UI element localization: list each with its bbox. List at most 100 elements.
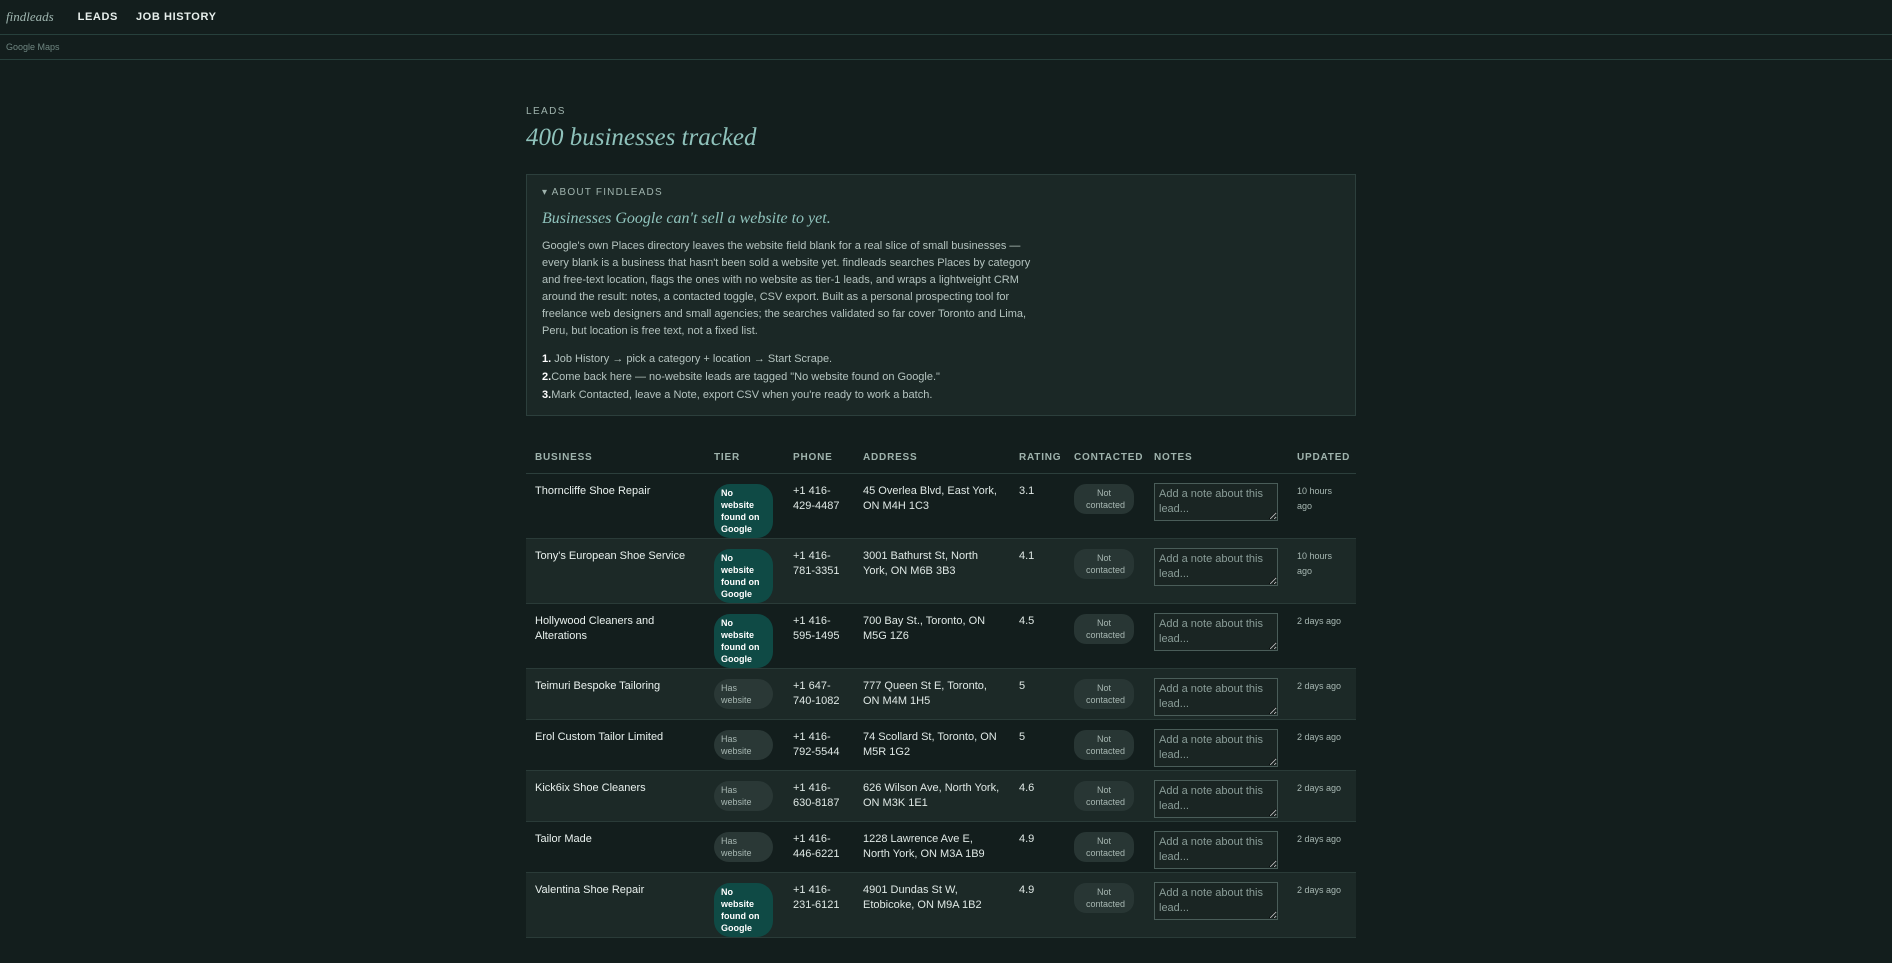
business-name[interactable]: Hollywood Cleaners and Alterations	[535, 615, 654, 642]
notes-cell	[1145, 821, 1288, 873]
about-heading: Businesses Google can't sell a website t…	[542, 210, 831, 227]
tier-cell: No website found on Google	[705, 872, 784, 938]
about-toggle[interactable]: ▾ ABOUT FINDLEADS	[542, 187, 1339, 198]
note-input[interactable]	[1154, 548, 1278, 586]
note-input[interactable]	[1154, 882, 1278, 920]
contacted-cell: Not contacted	[1065, 719, 1145, 771]
step-number: 3.	[542, 389, 552, 401]
contacted-toggle[interactable]: Not contacted	[1074, 781, 1134, 811]
note-input[interactable]	[1154, 678, 1278, 716]
address-cell: 74 Scollard St, Toronto, ON M5R 1G2	[854, 719, 1010, 771]
contacted-toggle[interactable]: Not contacted	[1074, 832, 1134, 862]
business-name[interactable]: Teimuri Bespoke Tailoring	[535, 680, 660, 692]
updated-time: 2 days ago	[1297, 834, 1342, 844]
column-header-tier[interactable]: TIER	[705, 452, 784, 474]
app-logo[interactable]: findleads	[6, 9, 54, 25]
address-cell: 777 Queen St E, Toronto, ON M4M 1H5	[854, 668, 1010, 720]
table-row[interactable]: Teimuri Bespoke Tailoring Has website +1 6…	[526, 668, 1356, 720]
updated-cell: 2 days ago	[1288, 668, 1356, 720]
leads-table: BUSINESS TIER PHONE ADDRESS RATING CONTA…	[526, 452, 1356, 938]
column-header-contacted[interactable]: CONTACTED	[1065, 452, 1145, 474]
tier-badge: Has website	[714, 730, 773, 760]
phone-cell: +1 416-446-6221	[784, 821, 854, 873]
column-header-phone[interactable]: PHONE	[784, 452, 854, 474]
table-row[interactable]: Tony's European Shoe Service No website f…	[526, 538, 1356, 604]
phone-cell: +1 416-429-4487	[784, 473, 854, 539]
contacted-cell: Not contacted	[1065, 603, 1145, 669]
address-cell: 1228 Lawrence Ave E, North York, ON M3A …	[854, 821, 1010, 873]
rating-cell: 5	[1010, 668, 1065, 720]
column-header-business[interactable]: BUSINESS	[526, 452, 705, 474]
nav-leads-link[interactable]: LEADS	[78, 11, 118, 23]
source-label: Google Maps	[6, 42, 60, 52]
table-row[interactable]: Erol Custom Tailor Limited Has website +1 …	[526, 719, 1356, 771]
note-input[interactable]	[1154, 780, 1278, 818]
business-name[interactable]: Tony's European Shoe Service	[535, 550, 685, 562]
nav-job-history-link[interactable]: JOB HISTORY	[136, 11, 217, 23]
updated-time: 10 hours ago	[1297, 551, 1333, 576]
updated-time: 10 hours ago	[1297, 486, 1333, 511]
table-row[interactable]: Hollywood Cleaners and Alterations No web…	[526, 603, 1356, 669]
step-item: 1. Job History → pick a category + locat…	[542, 350, 1339, 368]
rating-cell: 5	[1010, 719, 1065, 771]
table-row[interactable]: Kick6ix Shoe Cleaners Has website +1 416-6…	[526, 770, 1356, 822]
note-input[interactable]	[1154, 831, 1278, 869]
contacted-toggle[interactable]: Not contacted	[1074, 679, 1134, 709]
leads-page: LEADS 400 businesses tracked ▾ ABOUT FIN…	[526, 106, 1356, 938]
business-name[interactable]: Thorncliffe Shoe Repair	[535, 485, 650, 497]
address-cell: 4901 Dundas St W, Etobicoke, ON M9A 1B2	[854, 872, 1010, 938]
contacted-cell: Not contacted	[1065, 538, 1145, 604]
note-input[interactable]	[1154, 483, 1278, 521]
contacted-cell: Not contacted	[1065, 821, 1145, 873]
business-cell: Erol Custom Tailor Limited	[526, 719, 705, 771]
updated-cell: 2 days ago	[1288, 872, 1356, 938]
column-header-rating[interactable]: RATING	[1010, 452, 1065, 474]
note-input[interactable]	[1154, 729, 1278, 767]
step-text: Mark Contacted, leave a Note, export CSV…	[551, 389, 933, 401]
note-input[interactable]	[1154, 613, 1278, 651]
contacted-toggle[interactable]: Not contacted	[1074, 614, 1134, 644]
step-item: 2.Come back here — no-website leads are …	[542, 368, 1339, 386]
contacted-toggle[interactable]: Not contacted	[1074, 730, 1134, 760]
tier-badge: No website found on Google	[714, 883, 773, 937]
step-item: 3.Mark Contacted, leave a Note, export C…	[542, 386, 1339, 404]
table-row[interactable]: Valentina Shoe Repair No website found on…	[526, 872, 1356, 938]
business-name[interactable]: Kick6ix Shoe Cleaners	[535, 782, 646, 794]
page-title: 400 businesses tracked	[526, 124, 757, 151]
column-header-updated[interactable]: UPDATED	[1288, 452, 1356, 474]
updated-time: 2 days ago	[1297, 783, 1342, 793]
steps-list: 1. Job History → pick a category + locat…	[542, 350, 1339, 404]
business-cell: Hollywood Cleaners and Alterations	[526, 603, 705, 669]
business-name[interactable]: Tailor Made	[535, 833, 592, 845]
table-row[interactable]: Thorncliffe Shoe Repair No website found …	[526, 473, 1356, 539]
notes-cell	[1145, 770, 1288, 822]
table-row[interactable]: Tailor Made Has website +1 416-446-6221 122…	[526, 821, 1356, 873]
updated-time: 2 days ago	[1297, 732, 1342, 742]
column-header-address[interactable]: ADDRESS	[854, 452, 1010, 474]
contacted-cell: Not contacted	[1065, 872, 1145, 938]
tier-badge: Has website	[714, 832, 773, 862]
tier-cell: No website found on Google	[705, 603, 784, 669]
rating-cell: 4.5	[1010, 603, 1065, 669]
contacted-toggle[interactable]: Not contacted	[1074, 549, 1134, 579]
notes-cell	[1145, 603, 1288, 669]
contacted-toggle[interactable]: Not contacted	[1074, 484, 1134, 514]
business-cell: Tailor Made	[526, 821, 705, 873]
business-cell: Kick6ix Shoe Cleaners	[526, 770, 705, 822]
tier-cell: No website found on Google	[705, 538, 784, 604]
business-name[interactable]: Valentina Shoe Repair	[535, 884, 644, 896]
table-header-row: BUSINESS TIER PHONE ADDRESS RATING CONTA…	[526, 452, 1356, 474]
tier-cell: Has website	[705, 821, 784, 873]
contacted-toggle[interactable]: Not contacted	[1074, 883, 1134, 913]
updated-time: 2 days ago	[1297, 681, 1342, 691]
business-name[interactable]: Erol Custom Tailor Limited	[535, 731, 663, 743]
address-cell: 45 Overlea Blvd, East York, ON M4H 1C3	[854, 473, 1010, 539]
address-cell: 700 Bay St., Toronto, ON M5G 1Z6	[854, 603, 1010, 669]
contacted-cell: Not contacted	[1065, 668, 1145, 720]
column-header-notes[interactable]: NOTES	[1145, 452, 1288, 474]
notes-cell	[1145, 719, 1288, 771]
updated-cell: 10 hours ago	[1288, 538, 1356, 604]
notes-cell	[1145, 538, 1288, 604]
notes-cell	[1145, 473, 1288, 539]
address-cell: 3001 Bathurst St, North York, ON M6B 3B3	[854, 538, 1010, 604]
